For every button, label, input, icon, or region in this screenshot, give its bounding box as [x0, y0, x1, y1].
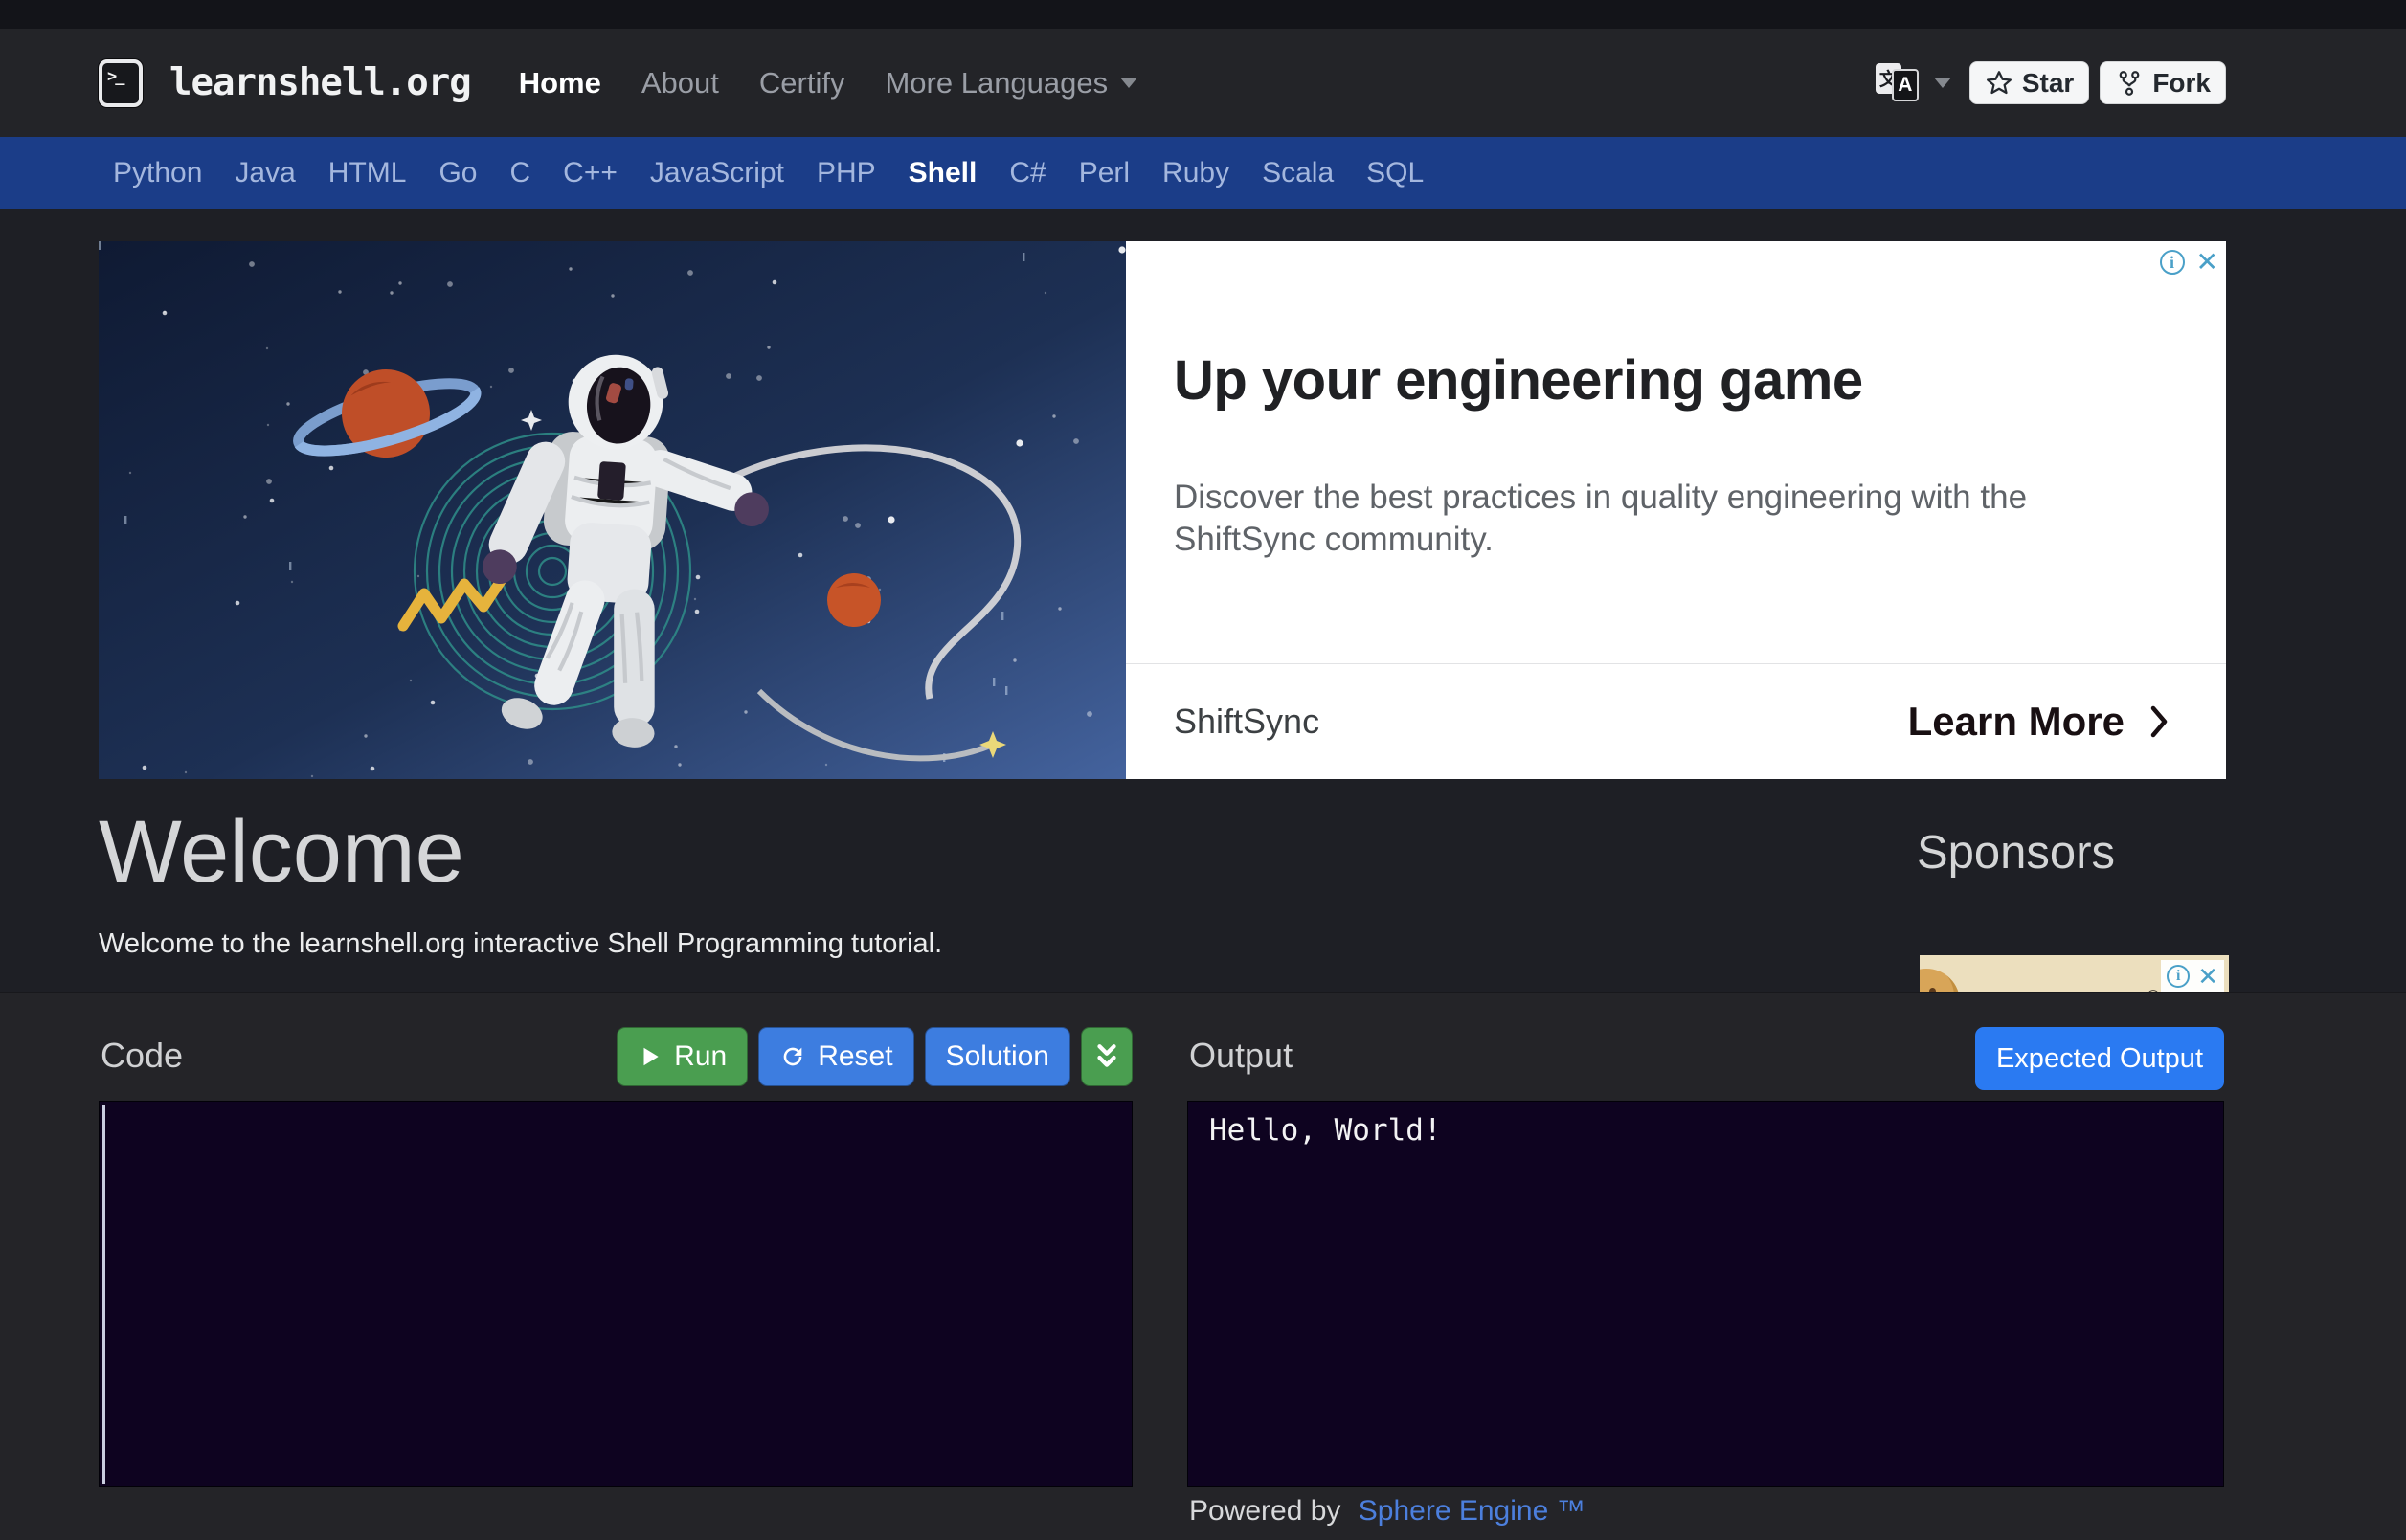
nav-item-more-languages[interactable]: More Languages: [885, 66, 1137, 100]
caret-down-icon: [1934, 78, 1951, 88]
page-top-strip: [0, 0, 2406, 29]
primary-nav: Home About Certify More Languages: [519, 66, 1137, 100]
code-heading: Code: [101, 1036, 183, 1076]
solution-button[interactable]: Solution: [925, 1027, 1070, 1086]
double-chevron-down-icon: [1094, 1042, 1119, 1071]
output-heading: Output: [1189, 1036, 1293, 1076]
github-fork-button[interactable]: Fork: [2100, 61, 2226, 104]
sponsor-ad[interactable]: BRITANNIA ® i ✕: [1920, 955, 2229, 992]
translate-front-glyph: A: [1892, 69, 1919, 101]
lang-item-go[interactable]: Go: [438, 157, 477, 190]
code-editor[interactable]: [99, 1101, 1133, 1487]
refresh-icon: [779, 1043, 806, 1070]
lang-item-cpp[interactable]: C++: [563, 157, 618, 190]
sponsor-ad-controls: i ✕: [2161, 960, 2224, 992]
output-console: Hello, World!: [1187, 1101, 2224, 1487]
lang-item-javascript[interactable]: JavaScript: [650, 157, 784, 190]
output-column: Output Expected Output Hello, World! Pow…: [1187, 993, 2224, 1540]
more-languages-label: More Languages: [885, 66, 1108, 100]
small-planet: [827, 573, 881, 627]
lang-item-ruby[interactable]: Ruby: [1162, 157, 1229, 190]
page-title: Welcome: [99, 802, 464, 903]
lang-item-sql[interactable]: SQL: [1366, 157, 1424, 190]
ad-close-icon[interactable]: ✕: [2197, 963, 2218, 990]
ad-info-icon[interactable]: i: [2160, 250, 2185, 275]
editor-cursor: [102, 1105, 105, 1484]
lang-item-c[interactable]: C: [509, 157, 530, 190]
chevron-right-icon: [2149, 705, 2169, 738]
playground-panel: Code Run Reset Solution: [0, 992, 2406, 1540]
reset-button[interactable]: Reset: [758, 1027, 913, 1086]
expected-output-button[interactable]: Expected Output: [1975, 1027, 2224, 1090]
run-button-label: Run: [674, 1040, 727, 1073]
lang-item-php[interactable]: PHP: [817, 157, 876, 190]
ad-headline: Up your engineering game: [1174, 348, 1863, 413]
reset-button-label: Reset: [818, 1040, 892, 1073]
star-icon: [1985, 69, 2013, 98]
collapse-panel-button[interactable]: [1081, 1027, 1133, 1086]
star-button-label: Star: [2022, 68, 2074, 99]
ad-info-icon[interactable]: i: [2167, 965, 2190, 988]
terminal-logo-icon: >_: [99, 59, 143, 107]
main-navbar: >_ learnshell.org Home About Certify Mor…: [0, 29, 2406, 137]
translate-icon: 文 A: [1876, 61, 1922, 105]
output-toolbar: Expected Output: [1975, 1027, 2224, 1090]
brand-home-link[interactable]: >_ learnshell.org: [99, 59, 471, 107]
nav-item-about[interactable]: About: [641, 66, 719, 100]
run-button[interactable]: Run: [617, 1027, 748, 1086]
navbar-right-group: 文 A Star Fork: [1876, 29, 2226, 137]
learn-more-label: Learn More: [1908, 699, 2125, 745]
ad-text-panel: i ✕ Up your engineering game Discover th…: [1126, 241, 2226, 779]
code-toolbar: Run Reset Solution: [617, 1027, 1133, 1086]
nav-item-home[interactable]: Home: [519, 66, 601, 100]
lang-item-java[interactable]: Java: [235, 157, 295, 190]
expected-output-label: Expected Output: [1996, 1043, 2203, 1075]
ad-footer: ShiftSync Learn More: [1126, 663, 2226, 779]
cookie-decoration: [1920, 969, 1960, 992]
ad-space-illustration: [99, 241, 1126, 779]
page-subtitle: Welcome to the learnshell.org interactiv…: [99, 928, 942, 960]
code-column: Code Run Reset Solution: [99, 993, 1133, 1540]
sponsors-heading: Sponsors: [1917, 826, 2115, 880]
lang-item-csharp[interactable]: C#: [1009, 157, 1046, 190]
brand-title: learnshell.org: [169, 61, 471, 104]
ad-choice-controls: i ✕: [2160, 249, 2218, 276]
ad-brand-name: ShiftSync: [1174, 702, 1319, 742]
terminal-prompt-glyph: >_: [107, 67, 123, 86]
sphere-engine-link[interactable]: Sphere Engine ™: [1359, 1495, 1585, 1527]
ad-learn-more-link[interactable]: Learn More: [1908, 699, 2169, 745]
fork-button-label: Fork: [2152, 68, 2211, 99]
translate-menu[interactable]: 文 A: [1876, 61, 1951, 105]
github-star-button[interactable]: Star: [1969, 61, 2089, 104]
caret-down-icon: [1120, 78, 1137, 88]
solution-button-label: Solution: [946, 1040, 1049, 1073]
lang-item-html[interactable]: HTML: [328, 157, 407, 190]
ad-close-icon[interactable]: ✕: [2196, 249, 2218, 276]
fork-icon: [2115, 69, 2144, 98]
nav-item-certify[interactable]: Certify: [759, 66, 845, 100]
powered-by-line: Powered by Sphere Engine ™: [1189, 1495, 1585, 1528]
lang-item-perl[interactable]: Perl: [1079, 157, 1130, 190]
main-content: i ✕ Up your engineering game Discover th…: [0, 209, 2406, 992]
lang-item-python[interactable]: Python: [113, 157, 202, 190]
play-icon: [638, 1044, 663, 1069]
lang-item-scala[interactable]: Scala: [1262, 157, 1334, 190]
language-bar: Python Java HTML Go C C++ JavaScript PHP…: [0, 137, 2406, 209]
lang-item-shell[interactable]: Shell: [909, 157, 978, 190]
ad-description: Discover the best practices in quality e…: [1174, 477, 2093, 561]
powered-by-prefix: Powered by: [1189, 1495, 1340, 1527]
ad-banner[interactable]: i ✕ Up your engineering game Discover th…: [99, 241, 2226, 779]
